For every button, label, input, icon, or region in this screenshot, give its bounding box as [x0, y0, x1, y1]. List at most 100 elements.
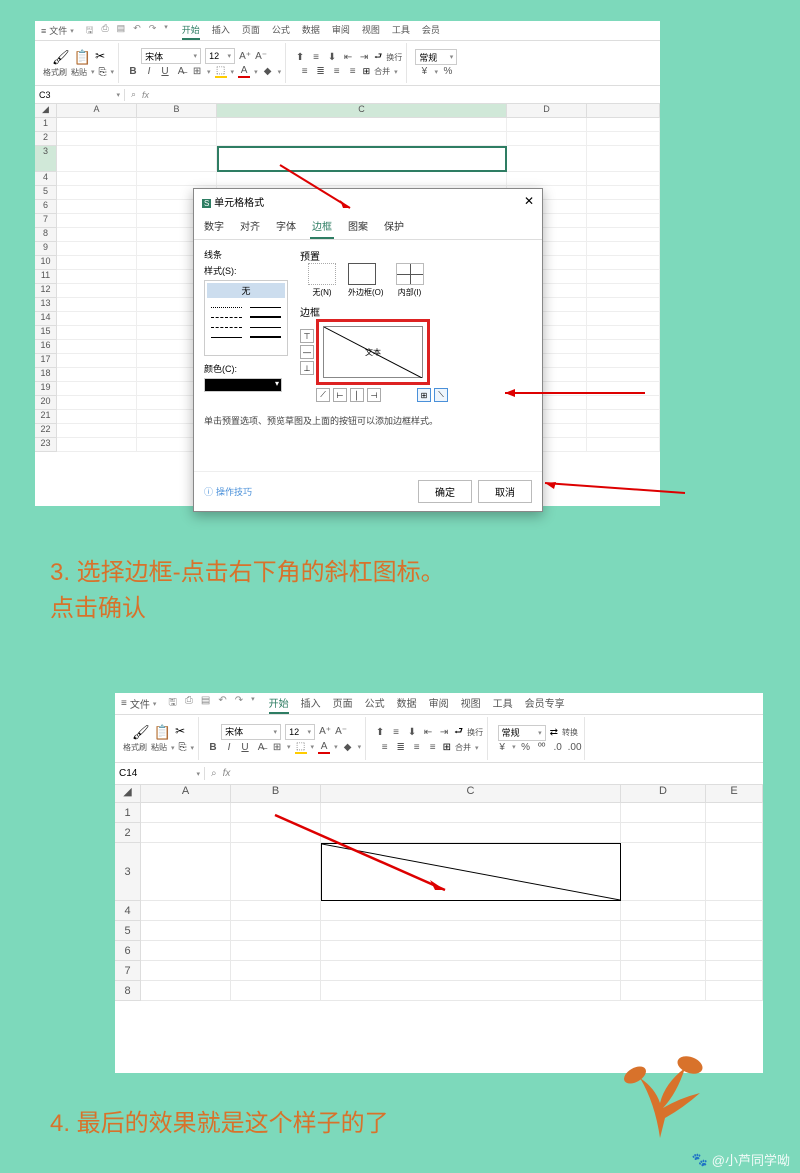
cell[interactable]	[217, 132, 507, 146]
cell[interactable]	[587, 424, 660, 438]
tab-data[interactable]: 数据	[302, 21, 320, 40]
cell[interactable]	[141, 961, 231, 981]
row-header[interactable]: 5	[35, 186, 57, 200]
search-icon[interactable]: ⌕	[131, 89, 136, 100]
row-header[interactable]: 16	[35, 340, 57, 354]
row-header[interactable]: 1	[115, 803, 141, 823]
row-header[interactable]: 8	[115, 981, 141, 1001]
align-mid-icon[interactable]: ≡	[390, 727, 402, 738]
tab-member[interactable]: 会员	[422, 21, 440, 40]
increase-font-icon[interactable]: A⁺	[239, 51, 251, 62]
cell[interactable]	[57, 326, 137, 340]
col-header-a[interactable]: A	[141, 785, 231, 803]
cell[interactable]	[587, 368, 660, 382]
cell[interactable]	[321, 901, 621, 921]
cell[interactable]	[57, 172, 137, 186]
cell[interactable]	[587, 396, 660, 410]
align-center-icon[interactable]: ≣	[395, 742, 407, 753]
file-menu[interactable]: ≡ 文件 ▾	[35, 24, 80, 37]
undo-icon[interactable]: ↶	[218, 695, 226, 712]
paste-icon[interactable]: 📋	[154, 724, 171, 741]
decrease-font-icon[interactable]: A⁻	[335, 726, 347, 737]
indent-right-icon[interactable]: ⇥	[438, 727, 450, 738]
line-style-list[interactable]: 无	[204, 280, 288, 356]
cell[interactable]	[57, 298, 137, 312]
strike-icon[interactable]: A̶	[175, 66, 187, 77]
wrap-icon[interactable]: ⮐	[374, 49, 382, 65]
justify-icon[interactable]: ≡	[427, 742, 439, 753]
cell[interactable]	[57, 228, 137, 242]
cell[interactable]	[137, 132, 217, 146]
wrap-icon[interactable]: ⮐	[454, 724, 463, 741]
tab-tools[interactable]: 工具	[493, 693, 513, 714]
cell[interactable]	[141, 823, 231, 843]
border-left-btn[interactable]: ⊢	[333, 388, 347, 402]
cell[interactable]	[57, 354, 137, 368]
cut-icon[interactable]: ✂	[175, 724, 185, 741]
row-header[interactable]: 2	[115, 823, 141, 843]
cell[interactable]	[587, 410, 660, 424]
row-header[interactable]: 8	[35, 228, 57, 242]
border-box-btn[interactable]: ⊞	[417, 388, 431, 402]
cell[interactable]	[587, 186, 660, 200]
border-right-btn[interactable]: ⊣	[367, 388, 381, 402]
comma-icon[interactable]: ºº	[536, 742, 548, 753]
row-header[interactable]: 4	[115, 901, 141, 921]
cell[interactable]	[706, 803, 763, 823]
tab-align[interactable]: 对齐	[238, 214, 262, 239]
row-header[interactable]: 20	[35, 396, 57, 410]
redo-icon[interactable]: ↷	[235, 695, 243, 712]
cell[interactable]	[587, 438, 660, 452]
cell[interactable]	[621, 843, 706, 901]
row-header[interactable]: 17	[35, 354, 57, 368]
italic-icon[interactable]: I	[223, 742, 235, 753]
row-header[interactable]: 22	[35, 424, 57, 438]
effects-icon[interactable]: ◆	[342, 742, 354, 753]
cell[interactable]	[321, 981, 621, 1001]
ok-button[interactable]: 确定	[418, 480, 472, 503]
align-mid-icon[interactable]: ≡	[310, 52, 322, 63]
cell[interactable]	[231, 823, 321, 843]
cell[interactable]	[587, 270, 660, 284]
print-icon[interactable]: ⎙	[185, 695, 193, 712]
copy-icon[interactable]: ⎘	[99, 67, 107, 78]
row-header[interactable]: 19	[35, 382, 57, 396]
align-right-icon[interactable]: ≡	[411, 742, 423, 753]
fill-color-icon[interactable]: ⬚	[295, 741, 307, 754]
row-header[interactable]: 23	[35, 438, 57, 452]
decrease-font-icon[interactable]: A⁻	[255, 51, 267, 62]
border-top-btn[interactable]: ⊤	[300, 329, 314, 343]
preset-none[interactable]: 无(N)	[308, 263, 336, 298]
redo-icon[interactable]: ↷	[149, 23, 157, 39]
underline-icon[interactable]: U	[239, 742, 251, 753]
cell[interactable]	[587, 382, 660, 396]
preview-icon[interactable]: ▤	[201, 695, 210, 712]
tab-border[interactable]: 边框	[310, 214, 334, 239]
cell[interactable]	[621, 921, 706, 941]
font-color-icon[interactable]: A	[238, 65, 250, 78]
name-box[interactable]: C3▾	[35, 89, 125, 101]
cell[interactable]	[137, 172, 217, 186]
row-header[interactable]: 14	[35, 312, 57, 326]
cell[interactable]	[57, 312, 137, 326]
cell[interactable]	[587, 284, 660, 298]
cell[interactable]	[321, 823, 621, 843]
tab-data[interactable]: 数据	[397, 693, 417, 714]
cell[interactable]	[57, 118, 137, 132]
copy-icon[interactable]: ⎘	[179, 742, 187, 753]
name-box-2[interactable]: C14▾	[115, 767, 205, 780]
bold-icon[interactable]: B	[127, 66, 139, 77]
inc-dec-icon[interactable]: .0	[552, 742, 564, 753]
tab-pattern[interactable]: 图案	[346, 214, 370, 239]
row-header[interactable]: 2	[35, 132, 57, 146]
cell[interactable]	[57, 368, 137, 382]
row-header[interactable]: 7	[35, 214, 57, 228]
cell[interactable]	[621, 823, 706, 843]
cell[interactable]	[587, 132, 660, 146]
cell[interactable]	[57, 424, 137, 438]
paste-icon[interactable]: 📋	[74, 49, 91, 66]
cell[interactable]	[321, 921, 621, 941]
cell[interactable]	[231, 941, 321, 961]
preset-inner[interactable]: 内部(I)	[396, 263, 424, 298]
cell[interactable]	[706, 981, 763, 1001]
